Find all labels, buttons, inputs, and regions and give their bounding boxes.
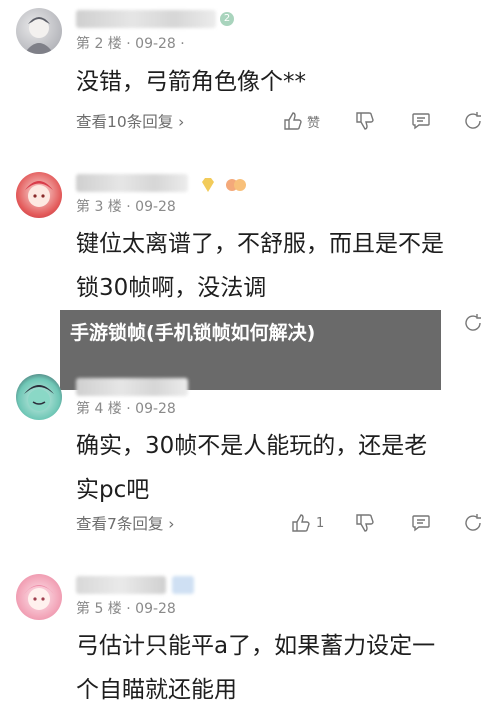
comment-bubble-icon bbox=[412, 515, 430, 532]
comment-text: 确实，30帧不是人能玩的，还是老 实pc吧 bbox=[76, 424, 481, 512]
comment-line: 实pc吧 bbox=[76, 477, 150, 503]
username-blurred bbox=[76, 174, 188, 192]
avatar[interactable] bbox=[16, 172, 62, 218]
share-arrow-icon bbox=[465, 514, 481, 531]
comment-actions: 赞 bbox=[282, 108, 482, 136]
thumbs-up-icon bbox=[292, 514, 310, 532]
comment-line: 弓估计只能平a了，如果蓄力设定一 bbox=[76, 633, 436, 659]
comment-bubble-icon bbox=[412, 113, 430, 130]
comment-meta: 第 5 楼 · 09-28 bbox=[76, 601, 176, 617]
avatar-illustration-icon bbox=[24, 385, 54, 411]
like-button[interactable]: 赞 bbox=[282, 108, 320, 134]
comment-line: 个自瞄就还能用 bbox=[76, 677, 237, 703]
like-count: 1 bbox=[316, 515, 325, 531]
share-button[interactable] bbox=[462, 510, 484, 536]
username-blurred bbox=[76, 378, 188, 396]
thumbs-down-icon bbox=[356, 112, 374, 130]
share-arrow-icon bbox=[465, 112, 481, 129]
dislike-button[interactable] bbox=[354, 108, 376, 134]
comment-meta: 第 4 楼 · 09-28 bbox=[76, 401, 176, 417]
overlay-title: 手游锁帧(手机锁帧如何解决) bbox=[70, 318, 430, 348]
comment-text: 键位太离谱了，不舒服，而且是不是 锁30帧啊，没法调 bbox=[76, 222, 481, 310]
comment-meta: 第 2 楼 · 09-28 · bbox=[76, 36, 185, 52]
comment-line: 没错，弓箭角色像个** bbox=[76, 69, 306, 95]
share-arrow-icon bbox=[465, 314, 481, 331]
comment-actions: 1 bbox=[282, 510, 482, 538]
level-badge: 2 bbox=[220, 12, 234, 26]
dislike-button[interactable] bbox=[354, 510, 376, 536]
thumbs-down-icon bbox=[356, 514, 374, 532]
comment-text: 弓估计只能平a了，如果蓄力设定一 个自瞄就还能用 bbox=[76, 624, 481, 712]
share-button[interactable] bbox=[462, 108, 484, 134]
reply-button[interactable] bbox=[410, 510, 432, 536]
avatar-illustration-icon bbox=[24, 585, 54, 610]
reply-button[interactable] bbox=[410, 108, 432, 134]
avatar-illustration-icon bbox=[24, 17, 54, 54]
avatar-illustration-icon bbox=[25, 181, 53, 207]
username-blurred bbox=[76, 576, 166, 594]
thumbs-up-icon bbox=[284, 112, 302, 130]
view-replies-link[interactable]: 查看7条回复 › bbox=[76, 512, 175, 534]
comment-text: 没错，弓箭角色像个** bbox=[76, 60, 481, 104]
avatar[interactable] bbox=[16, 374, 62, 420]
username-blurred bbox=[76, 10, 216, 28]
username-blurred-accent bbox=[172, 576, 194, 594]
comment-line: 键位太离谱了，不舒服，而且是不是 bbox=[76, 231, 444, 257]
avatar[interactable] bbox=[16, 574, 62, 620]
comment-meta: 第 3 楼 · 09-28 bbox=[76, 199, 176, 215]
view-replies-link[interactable]: 查看10条回复 › bbox=[76, 110, 184, 132]
like-button[interactable]: 1 bbox=[290, 510, 324, 536]
share-button[interactable] bbox=[462, 310, 484, 336]
overlay-title-text: 手游锁帧(手机锁帧如何解决) bbox=[70, 322, 316, 344]
level-badge-icon bbox=[198, 172, 252, 198]
like-label: 赞 bbox=[307, 115, 321, 131]
avatar[interactable] bbox=[16, 8, 62, 54]
comment-line: 锁30帧啊，没法调 bbox=[76, 275, 267, 301]
comment-line: 确实，30帧不是人能玩的，还是老 bbox=[76, 433, 428, 459]
